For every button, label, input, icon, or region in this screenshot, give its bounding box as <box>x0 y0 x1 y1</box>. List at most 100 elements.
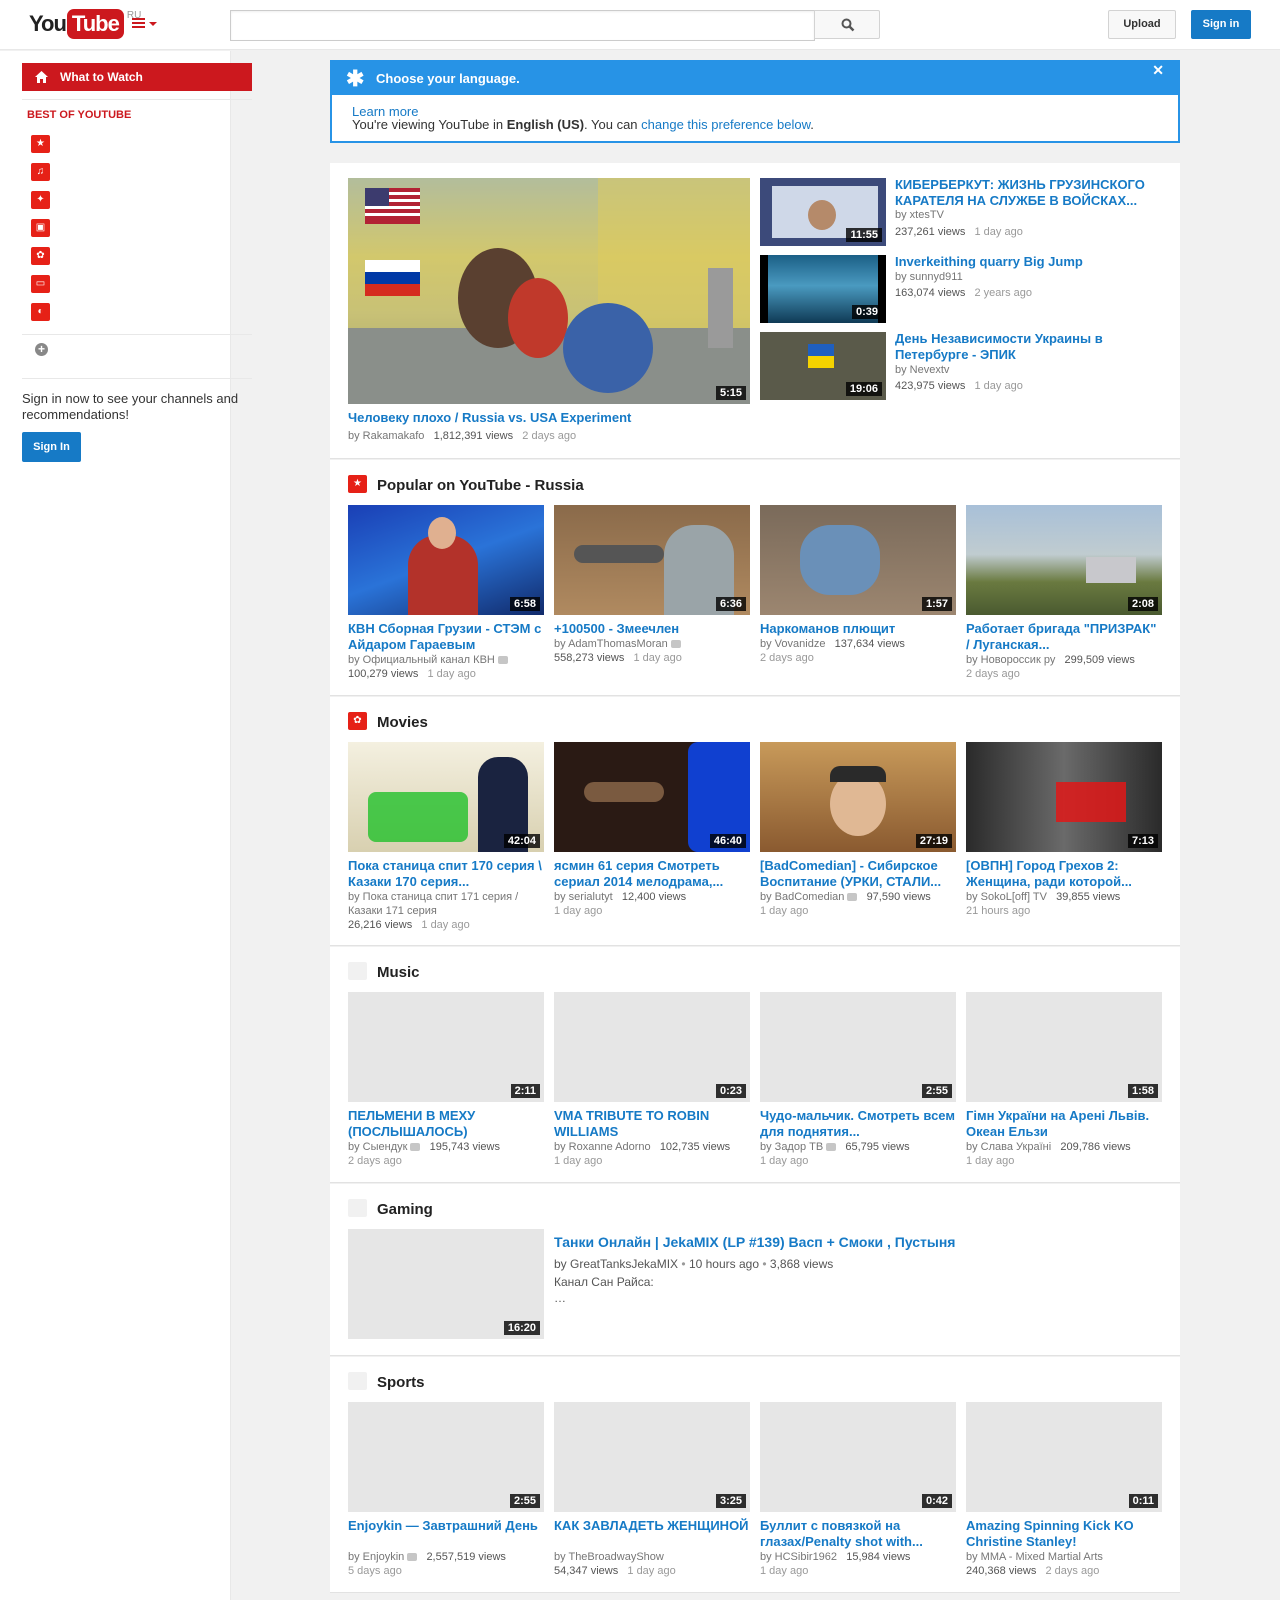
video-title[interactable]: Наркоманов плющит <box>760 621 956 637</box>
search-input[interactable] <box>230 10 815 41</box>
video-channel[interactable]: by Новороссик ру <box>966 654 1055 666</box>
video-thumbnail[interactable]: 6:36 <box>554 505 750 615</box>
video-channel[interactable]: by sunnyd911 <box>895 271 963 283</box>
video-title[interactable]: ПЕЛЬМЕНИ В МЕХУ (ПОСЛЫШАЛОСЬ) <box>348 1108 544 1140</box>
video-title[interactable]: Танки Онлайн | JekaMIX (LP #139) Васп + … <box>554 1234 1154 1250</box>
shelf-title[interactable]: Music <box>377 964 420 981</box>
video-thumbnail[interactable]: 7:13 <box>966 742 1162 852</box>
tv-shows-channel-icon[interactable]: ▭ <box>31 275 50 293</box>
video-channel[interactable]: by xtesTV <box>895 209 944 221</box>
signin-button[interactable]: Sign in <box>1191 10 1251 39</box>
side-video-thumbnail[interactable]: 11:55 <box>760 178 886 246</box>
video-title[interactable]: КВН Сборная Грузии - СТЭМ с Айдаром Гара… <box>348 621 544 653</box>
video-thumbnail[interactable]: 27:19 <box>760 742 956 852</box>
movies-channel-icon[interactable]: ✿ <box>31 247 50 265</box>
video-thumbnail[interactable]: 0:11 <box>966 1402 1162 1512</box>
video-title[interactable]: Буллит с повязкой на глазах/Penalty shot… <box>760 1518 956 1550</box>
search-button[interactable] <box>814 10 880 39</box>
video-thumbnail[interactable]: 16:20 <box>348 1229 544 1339</box>
side-video-meta: by sunnyd911 <box>895 270 1170 284</box>
video-views: 102,735 views <box>659 1141 731 1153</box>
video-description-more[interactable]: … <box>554 1290 1154 1306</box>
upload-button[interactable]: Upload <box>1108 10 1176 39</box>
video-channel[interactable]: by serialutyt <box>554 891 613 903</box>
guide-menu-button[interactable] <box>132 15 158 33</box>
video-views: 2,557,519 views <box>426 1551 506 1563</box>
video-channel[interactable]: by Официальный канал КВН <box>348 654 495 666</box>
video-channel[interactable]: by Задор ТВ <box>760 1141 823 1153</box>
popular-channel-icon[interactable]: ★ <box>31 135 50 153</box>
thumbnail-art <box>574 545 664 563</box>
video-title[interactable]: +100500 - Змеечлен <box>554 621 750 637</box>
what-to-watch-item[interactable]: What to Watch <box>22 63 252 91</box>
news-channel-icon[interactable]: ◐ <box>31 303 50 321</box>
video-channel[interactable]: by Enjoykin <box>348 1551 404 1563</box>
featured-thumbnail[interactable]: 5:15 <box>348 178 750 404</box>
video-channel[interactable]: by Roxanne Adorno <box>554 1141 651 1153</box>
video-thumbnail[interactable]: 0:42 <box>760 1402 956 1512</box>
shelf-title[interactable]: Movies <box>377 714 428 731</box>
video-title[interactable]: VMA TRIBUTE TO ROBIN WILLIAMS <box>554 1108 750 1140</box>
video-thumbnail[interactable]: 6:58 <box>348 505 544 615</box>
video-thumbnail[interactable]: 2:55 <box>760 992 956 1102</box>
side-video-title[interactable]: КИБЕРБЕРКУТ: ЖИЗНЬ ГРУЗИНСКОГО КАРАТЕЛЯ … <box>895 177 1170 209</box>
change-preference-link[interactable]: change this preference below <box>641 117 810 132</box>
video-age: 2 days ago <box>348 1155 402 1167</box>
browse-channels-icon[interactable]: + <box>35 343 48 356</box>
side-video-thumbnail[interactable]: 0:39 <box>760 255 886 323</box>
video-thumbnail[interactable]: 1:57 <box>760 505 956 615</box>
video-channel[interactable]: by Nevextv <box>895 364 949 376</box>
video-views: 39,855 views <box>1056 891 1121 903</box>
video-title[interactable]: Чудо-мальчик. Смотреть всем для поднятия… <box>760 1108 956 1140</box>
video-channel[interactable]: by HCSibir1962 <box>760 1551 837 1563</box>
close-icon[interactable]: ✕ <box>1152 62 1164 79</box>
youtube-logo[interactable]: You Tube RU <box>29 9 141 39</box>
video-channel[interactable]: by Сыендук <box>348 1141 407 1153</box>
video-channel[interactable]: by Пока станица спит 171 серия / Казаки … <box>348 891 518 917</box>
verified-icon <box>670 640 681 649</box>
video-channel[interactable]: by Rakamakafo <box>348 430 424 442</box>
shelf-title[interactable]: Sports <box>377 1374 425 1391</box>
video-title[interactable]: Amazing Spinning Kick KO Christine Stanl… <box>966 1518 1162 1550</box>
divider <box>22 334 252 335</box>
video-channel[interactable]: by TheBroadwayShow <box>554 1551 664 1563</box>
video-channel[interactable]: by Vovanidze <box>760 638 825 650</box>
video-title[interactable]: ясмин 61 серия Смотреть сериал 2014 мело… <box>554 858 750 890</box>
side-video-thumbnail[interactable]: 19:06 <box>760 332 886 400</box>
video-thumbnail[interactable]: 3:25 <box>554 1402 750 1512</box>
video-channel[interactable]: by MMA - Mixed Martial Arts <box>966 1551 1103 1563</box>
video-title[interactable]: Работает бригада "ПРИЗРАК" / Луганская..… <box>966 621 1162 653</box>
side-video-title[interactable]: Inverkeithing quarry Big Jump <box>895 254 1170 270</box>
video-thumbnail[interactable]: 1:58 <box>966 992 1162 1102</box>
video-stats: 2 days ago <box>966 667 1162 681</box>
sports-shelf: Sports 2:55 Enjoykin — Завтрашний День b… <box>330 1357 1180 1593</box>
video-thumbnail[interactable]: 2:11 <box>348 992 544 1102</box>
video-channel[interactable]: by GreatTanksJekaMIX <box>554 1257 678 1271</box>
sports-channel-icon[interactable]: ✦ <box>31 191 50 209</box>
featured-video-title[interactable]: Человеку плохо / Russia vs. USA Experime… <box>348 410 750 426</box>
guide-signin-button[interactable]: Sign In <box>22 432 81 462</box>
video-thumbnail[interactable]: 2:08 <box>966 505 1162 615</box>
video-thumbnail[interactable]: 46:40 <box>554 742 750 852</box>
side-video-title[interactable]: День Независимости Украины в Петербурге … <box>895 331 1170 363</box>
video-title[interactable]: Enjoykin — Завтрашний День <box>348 1518 544 1534</box>
video-title[interactable]: Пока станица спит 170 серия \ Казаки 170… <box>348 858 544 890</box>
video-channel[interactable]: by SokoL[off] TV <box>966 891 1047 903</box>
video-title[interactable]: [ОВПН] Город Грехов 2: Женщина, ради кот… <box>966 858 1162 890</box>
video-channel[interactable]: by BadComedian <box>760 891 844 903</box>
video-thumbnail[interactable]: 42:04 <box>348 742 544 852</box>
gaming-channel-icon[interactable]: ▣ <box>31 219 50 237</box>
shelf-title[interactable]: Gaming <box>377 1201 433 1218</box>
video-title[interactable]: КАК ЗАВЛАДЕТЬ ЖЕНЩИНОЙ <box>554 1518 750 1534</box>
video-age: 10 hours ago <box>688 1257 760 1271</box>
video-title[interactable]: Гімн України на Арені Львів. Океан Ельзи <box>966 1108 1162 1140</box>
video-thumbnail[interactable]: 0:23 <box>554 992 750 1102</box>
featured-section: 5:15 Человеку плохо / Russia vs. USA Exp… <box>330 163 1180 459</box>
shelf-title[interactable]: Popular on YouTube - Russia <box>377 477 584 494</box>
video-channel[interactable]: by AdamThomasMoran <box>554 638 668 650</box>
video-title[interactable]: [BadComedian] - Сибирское Воспитание (УР… <box>760 858 956 890</box>
music-channel-icon[interactable]: ♫ <box>31 163 50 181</box>
video-channel[interactable]: by Слава Україні <box>966 1141 1051 1153</box>
divider <box>22 378 252 379</box>
video-thumbnail[interactable]: 2:55 <box>348 1402 544 1512</box>
